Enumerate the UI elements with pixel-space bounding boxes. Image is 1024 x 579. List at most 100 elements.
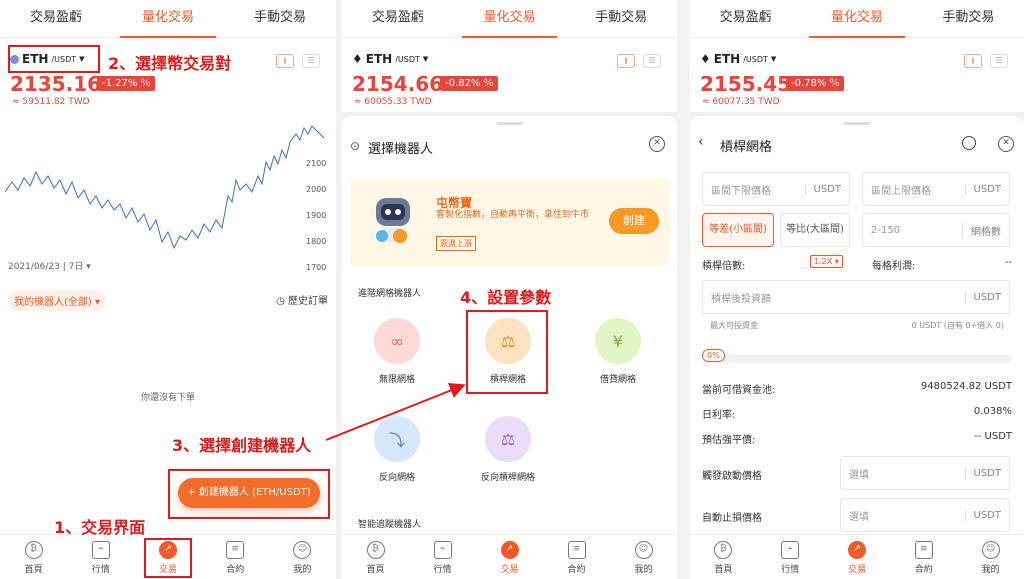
input-unit: USDT: [964, 291, 1001, 303]
pool-label: 當前可借資金池:: [702, 385, 776, 396]
nav-market[interactable]: ⌁ 行情: [757, 535, 824, 579]
grid-mode-icon[interactable]: ⫾: [964, 54, 982, 68]
input-placeholder: 槓桿後投資額: [711, 293, 771, 305]
leverage-selector[interactable]: 1.2X ▾: [810, 255, 843, 268]
input-placeholder: 選填: [849, 469, 869, 481]
trigger-price-input[interactable]: 選填 USDT: [840, 456, 1010, 490]
tab-manual-trading[interactable]: 手動交易: [913, 0, 1024, 37]
grid-count-input[interactable]: 2-150 網格數: [862, 213, 1010, 247]
nav-home[interactable]: ₿ 首頁: [342, 535, 409, 579]
tab-profit-loss[interactable]: 交易盈虧: [0, 0, 112, 37]
grid-mode-icon[interactable]: ⫾: [276, 54, 294, 68]
input-unit: USDT: [964, 183, 1001, 195]
my-robots-filter[interactable]: 我的機器人(全部) ▾: [8, 290, 107, 311]
nav-profile[interactable]: ☺ 我的: [269, 535, 336, 579]
nav-contract[interactable]: ≡ 合約: [543, 535, 610, 579]
liquidation-value: -- USDT: [974, 431, 1012, 442]
chevron-down-icon: ▼: [770, 55, 777, 63]
screen-leverage-grid-setup: 交易盈虧 量化交易 手動交易 ♦ ETH/USDT ▼ 2155.45 -0.7…: [690, 0, 1024, 579]
slider-percent[interactable]: 0%: [702, 349, 725, 362]
nav-market[interactable]: ⌁ 行情: [67, 535, 134, 579]
bot-reverse-leverage-grid[interactable]: ⚖ 反向槓桿網格: [468, 416, 548, 483]
mode-geometric-button[interactable]: 等比(大區間): [780, 213, 850, 247]
tab-quant-trading[interactable]: 量化交易: [454, 0, 566, 38]
price-twd: ≈ 60055.33 TWD: [354, 97, 432, 107]
percent-icon: ⁰⁄₀: [140, 78, 151, 89]
nav-profile[interactable]: ☺ 我的: [610, 535, 677, 579]
back-arrow-icon[interactable]: ‹: [698, 134, 704, 150]
close-icon[interactable]: ✕: [998, 136, 1014, 152]
bot-label: 反向網格: [378, 473, 415, 483]
nav-trade[interactable]: ↗ 交易: [476, 535, 543, 579]
annotation-box-leverage-grid: [466, 310, 548, 394]
stop-loss-input[interactable]: 選填 USDT: [840, 498, 1010, 532]
list-mode-icon[interactable]: ☰: [643, 54, 661, 68]
history-orders-link[interactable]: ◷ 歷史訂單: [276, 292, 328, 307]
tab-manual-trading[interactable]: 手動交易: [224, 0, 336, 37]
pool-value: 9480524.82 USDT: [920, 381, 1012, 392]
tab-quant-trading[interactable]: 量化交易: [801, 0, 912, 38]
promo-subtitle: 客製化指數，自動再平衡，拿住到牛市: [436, 210, 590, 220]
investment-slider[interactable]: [702, 355, 1012, 363]
chart-range-selector[interactable]: 2021/06/23 | 7日 ▾: [8, 259, 91, 272]
robot-icon: ⊙: [350, 139, 361, 153]
nav-home[interactable]: ₿ 首頁: [690, 535, 757, 579]
history-label: 歷史訂單: [288, 296, 328, 307]
input-unit: USDT: [964, 467, 1001, 479]
nav-label: 行情: [781, 565, 800, 575]
nav-trade[interactable]: ↗ 交易: [824, 535, 891, 579]
chart-icon: ⌁: [433, 541, 452, 559]
grid-profit-value: --: [1004, 257, 1012, 268]
list-mode-icon[interactable]: ☰: [302, 54, 320, 68]
tab-manual-trading[interactable]: 手動交易: [565, 0, 677, 37]
nav-label: 交易: [847, 565, 866, 575]
stop-loss-label: 自動止損價格: [702, 513, 762, 524]
mode-arithmetic-button[interactable]: 等差(小區間): [702, 213, 774, 247]
list-mode-icon[interactable]: ☰: [990, 54, 1008, 68]
daily-rate-value: 0.038%: [973, 406, 1012, 417]
bot-label: 借貸網格: [599, 375, 636, 385]
top-tabs: 交易盈虧 量化交易 手動交易: [342, 0, 677, 38]
nav-profile[interactable]: ☺ 我的: [957, 535, 1024, 579]
nav-label: 首頁: [24, 565, 43, 575]
section-advanced-grid: 進階網格機器人: [358, 289, 422, 299]
lower-price-input[interactable]: 區間下限價格 USDT: [702, 172, 850, 206]
sheet-handle[interactable]: [496, 122, 523, 125]
nav-contract[interactable]: ≡ 合約: [202, 535, 269, 579]
percent-icon: ⁰⁄₀: [483, 78, 494, 89]
nav-contract[interactable]: ≡ 合約: [890, 535, 957, 579]
settings-icon[interactable]: [962, 136, 976, 150]
last-price: 2135.16: [10, 72, 102, 96]
grid-profit-label: 每格利潤:: [872, 261, 916, 272]
tab-quant-trading[interactable]: 量化交易: [112, 0, 224, 38]
bot-reverse-grid[interactable]: ⤵ 反向網格: [357, 416, 437, 483]
robot-mascot-icon: [376, 198, 410, 243]
bot-infinite-grid[interactable]: ∞ 無限網格: [357, 318, 437, 385]
grid-mode-icon[interactable]: ⫾: [617, 54, 635, 68]
promo-card[interactable]: 屯幣寶 客製化指數，自動再平衡，拿住到牛市 震盪上漲 創建: [350, 178, 669, 266]
empty-orders-text: 你還沒有下單: [140, 393, 195, 403]
clock-icon: ◷: [276, 296, 285, 307]
annotation-box-trade-tab: [144, 538, 192, 578]
tab-profit-loss[interactable]: 交易盈虧: [690, 0, 801, 37]
header-icons: ⫾ ☰: [617, 54, 661, 68]
close-icon[interactable]: ✕: [649, 136, 665, 152]
annotation-step-3: 3、選擇創建機器人: [172, 436, 312, 455]
annotation-step-1: 1、交易界面: [54, 518, 146, 537]
annotation-box-pair: [8, 45, 100, 73]
pair-selector[interactable]: ♦ ETH/USDT ▼: [352, 52, 428, 66]
pair-selector[interactable]: ♦ ETH/USDT ▼: [700, 52, 776, 66]
nav-market[interactable]: ⌁ 行情: [409, 535, 476, 579]
sheet-handle[interactable]: [844, 122, 870, 125]
upper-price-input[interactable]: 區間上限價格 USDT: [862, 172, 1010, 206]
annotation-step-2: 2、選擇幣交易對: [108, 54, 232, 73]
investment-input[interactable]: 槓桿後投資額 USDT: [702, 280, 1010, 314]
promo-create-button[interactable]: 創建: [609, 208, 659, 234]
bot-lending-grid[interactable]: ¥ 借貸網格: [578, 318, 658, 385]
tab-profit-loss[interactable]: 交易盈虧: [342, 0, 454, 37]
promo-title: 屯幣寶: [436, 196, 473, 210]
section-smart-tracking: 智能追蹤機器人: [358, 520, 422, 530]
nav-home[interactable]: ₿ 首頁: [0, 535, 67, 579]
robots-filter-label: 我的機器人(全部): [14, 297, 92, 308]
header-icons: ⫾ ☰: [964, 54, 1008, 68]
